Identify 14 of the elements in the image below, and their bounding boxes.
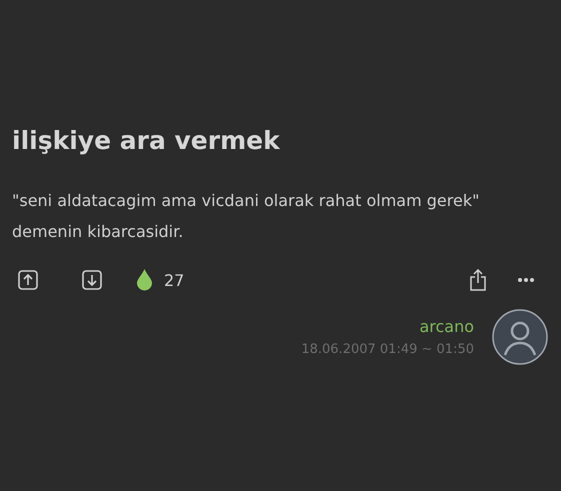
share-icon [469, 269, 487, 291]
author-link[interactable]: arcano [419, 317, 474, 336]
favorite-button[interactable] [137, 269, 152, 291]
entry-date: 18.06.2007 01:49 ~ 01:50 [301, 342, 474, 357]
entry-title: ilişkiye ara vermek [12, 126, 281, 155]
entry-text: "seni aldatacagim ama vicdani olarak rahat olmam gerek" demenin kibarcasidir. [12, 190, 480, 243]
upvote-button[interactable] [18, 270, 38, 290]
downvote-button[interactable] [82, 270, 102, 290]
avatar-icon[interactable] [492, 309, 548, 365]
drop-icon [137, 269, 152, 291]
more-button[interactable] [517, 277, 535, 283]
share-button[interactable] [469, 269, 487, 291]
favorite-count: 27 [164, 270, 184, 290]
more-icon [517, 277, 535, 283]
